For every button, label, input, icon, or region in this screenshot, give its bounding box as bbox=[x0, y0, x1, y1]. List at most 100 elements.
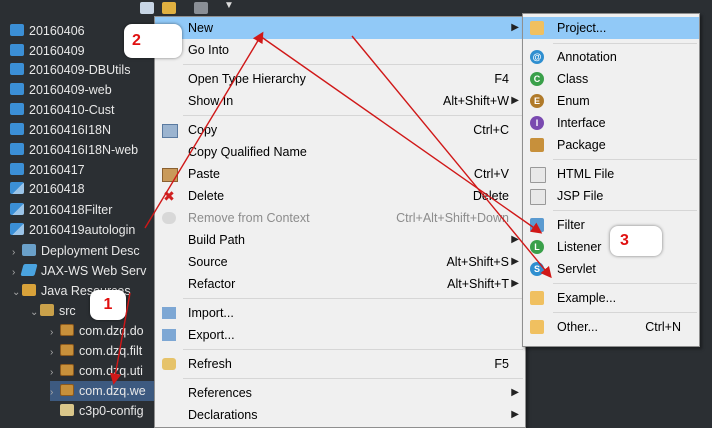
menu-item-import[interactable]: Import... bbox=[155, 302, 525, 324]
submenu-item-annotation[interactable]: @ Annotation bbox=[523, 46, 699, 68]
menu-item-declarations[interactable]: Declarations ▶ bbox=[155, 404, 525, 426]
tree-item-deployment[interactable]: › Deployment Desc bbox=[12, 241, 140, 261]
project-icon bbox=[10, 163, 24, 175]
link-with-editor-icon[interactable] bbox=[162, 2, 176, 14]
menu-item-copy-qualified-name[interactable]: Copy Qualified Name bbox=[155, 141, 525, 163]
tree-item-package[interactable]: › com.dzq.filt bbox=[50, 341, 142, 361]
step-number: 3 bbox=[620, 232, 629, 249]
tree-item-project[interactable]: 20160410-Cust bbox=[10, 100, 114, 120]
step-badge-3: 3 bbox=[610, 226, 662, 256]
menu-item-label: Show In bbox=[188, 94, 234, 108]
html-file-icon bbox=[530, 167, 546, 183]
tree-item-project[interactable]: 20160418 bbox=[10, 179, 85, 199]
submenu-item-label: JSP File bbox=[557, 189, 604, 203]
submenu-item-label: HTML File bbox=[557, 167, 615, 181]
menu-item-source[interactable]: Source Alt+Shift+S ▶ bbox=[155, 251, 525, 273]
menu-item-refactor[interactable]: Refactor Alt+Shift+T ▶ bbox=[155, 273, 525, 295]
source-folder-icon bbox=[40, 304, 54, 316]
menu-item-new[interactable]: New ▶ bbox=[155, 17, 525, 39]
chevron-down-icon[interactable]: ⌄ bbox=[12, 283, 22, 303]
menu-item-shortcut: Ctrl+C bbox=[473, 123, 509, 137]
tree-item-package[interactable]: › com.dzq.do bbox=[50, 321, 144, 341]
submenu-item-enum[interactable]: E Enum bbox=[523, 90, 699, 112]
enum-icon: E bbox=[530, 94, 544, 108]
chevron-right-icon: ▶ bbox=[511, 22, 519, 33]
tree-item-label: 20160416I18N bbox=[29, 123, 112, 137]
project-icon bbox=[10, 123, 24, 135]
chevron-right-icon[interactable]: › bbox=[50, 383, 60, 403]
menu-item-shortcut: Alt+Shift+T bbox=[447, 277, 509, 291]
project-icon bbox=[10, 44, 24, 56]
tree-item-project[interactable]: 20160409-DBUtils bbox=[10, 60, 130, 80]
tree-item-project[interactable]: 20160418Filter bbox=[10, 200, 112, 220]
project-icon bbox=[10, 63, 24, 75]
view-menu-icon[interactable] bbox=[194, 2, 208, 14]
menu-item-shortcut: F5 bbox=[494, 357, 509, 371]
package-icon bbox=[60, 344, 74, 356]
menu-item-build-path[interactable]: Build Path ▶ bbox=[155, 229, 525, 251]
submenu-item-label: Listener bbox=[557, 240, 602, 254]
menu-item-remove-from-context[interactable]: Remove from Context Ctrl+Alt+Shift+Down bbox=[155, 207, 525, 229]
tree-item-label: 20160406 bbox=[29, 24, 85, 38]
submenu-item-class[interactable]: C Class bbox=[523, 68, 699, 90]
new-submenu: Project... @ Annotation C Class E Enum I Int… bbox=[522, 13, 700, 347]
submenu-item-label: Interface bbox=[557, 116, 606, 130]
chevron-down-icon[interactable]: ▼ bbox=[224, 0, 234, 11]
tree-item-label: com.dzq.do bbox=[79, 324, 144, 338]
class-icon: C bbox=[530, 72, 544, 86]
submenu-item-label: Class bbox=[557, 72, 589, 86]
menu-item-show-in[interactable]: Show In Alt+Shift+W ▶ bbox=[155, 90, 525, 112]
chevron-right-icon[interactable]: › bbox=[50, 363, 60, 383]
tree-item-project[interactable]: 20160406 bbox=[10, 21, 85, 41]
submenu-item-other[interactable]: Other... Ctrl+N bbox=[523, 316, 699, 338]
chevron-right-icon[interactable]: › bbox=[50, 343, 60, 363]
menu-item-shortcut: Ctrl+Alt+Shift+Down bbox=[396, 211, 509, 225]
chevron-down-icon[interactable]: ⌄ bbox=[30, 303, 40, 323]
chevron-right-icon[interactable]: › bbox=[12, 243, 22, 263]
tree-item-project[interactable]: 20160419autologin bbox=[10, 220, 135, 240]
menu-item-refresh[interactable]: Refresh F5 bbox=[155, 353, 525, 375]
menu-item-references[interactable]: References ▶ bbox=[155, 382, 525, 404]
menu-separator bbox=[183, 349, 523, 350]
tree-item-project[interactable]: 20160416I18N bbox=[10, 120, 111, 140]
project-icon bbox=[10, 24, 24, 36]
menu-item-paste[interactable]: Paste Ctrl+V bbox=[155, 163, 525, 185]
submenu-item-jsp-file[interactable]: JSP File bbox=[523, 185, 699, 207]
menu-item-label: Copy bbox=[188, 123, 218, 137]
collapse-all-icon[interactable] bbox=[140, 2, 154, 14]
submenu-item-html-file[interactable]: HTML File bbox=[523, 163, 699, 185]
menu-item-copy[interactable]: Copy Ctrl+C bbox=[155, 119, 525, 141]
tree-item-project[interactable]: 20160417 bbox=[10, 160, 85, 180]
submenu-item-servlet[interactable]: S Servlet bbox=[523, 258, 699, 280]
step-badge-1: 1 bbox=[90, 290, 126, 320]
tree-item-file[interactable]: c3p0-config bbox=[60, 401, 144, 421]
menu-item-delete[interactable]: ✖ Delete Delete bbox=[155, 185, 525, 207]
new-project-icon bbox=[530, 21, 544, 35]
tree-item-package[interactable]: › com.dzq.uti bbox=[50, 361, 143, 381]
chevron-right-icon[interactable]: › bbox=[50, 323, 60, 343]
tree-item-jaxws[interactable]: › JAX-WS Web Serv bbox=[12, 261, 146, 281]
menu-item-open-type-hierarchy[interactable]: Open Type Hierarchy F4 bbox=[155, 68, 525, 90]
submenu-item-example[interactable]: Example... bbox=[523, 287, 699, 309]
deployment-descriptor-icon bbox=[22, 244, 36, 256]
submenu-item-label: Servlet bbox=[557, 262, 596, 276]
submenu-item-label: Enum bbox=[557, 94, 590, 108]
tree-item-package-selected[interactable]: › com.dzq.we bbox=[50, 381, 154, 401]
menu-item-go-into[interactable]: Go Into bbox=[155, 39, 525, 61]
menu-separator bbox=[183, 64, 523, 65]
tree-item-label: 20160419autologin bbox=[29, 223, 136, 237]
tree-item-project[interactable]: 20160409 bbox=[10, 41, 85, 61]
submenu-item-package[interactable]: Package bbox=[523, 134, 699, 156]
submenu-item-label: Example... bbox=[557, 291, 617, 305]
tree-item-src[interactable]: ⌄ src bbox=[30, 301, 76, 321]
project-icon bbox=[10, 83, 24, 95]
submenu-item-label: Package bbox=[557, 138, 606, 152]
interface-icon: I bbox=[530, 116, 544, 130]
submenu-item-interface[interactable]: I Interface bbox=[523, 112, 699, 134]
tree-item-project[interactable]: 20160416I18N-web bbox=[10, 140, 138, 160]
submenu-item-project[interactable]: Project... bbox=[523, 17, 699, 39]
tree-item-project[interactable]: 20160409-web bbox=[10, 80, 112, 100]
refresh-icon bbox=[162, 358, 176, 370]
menu-item-export[interactable]: Export... bbox=[155, 324, 525, 346]
menu-separator bbox=[183, 378, 523, 379]
